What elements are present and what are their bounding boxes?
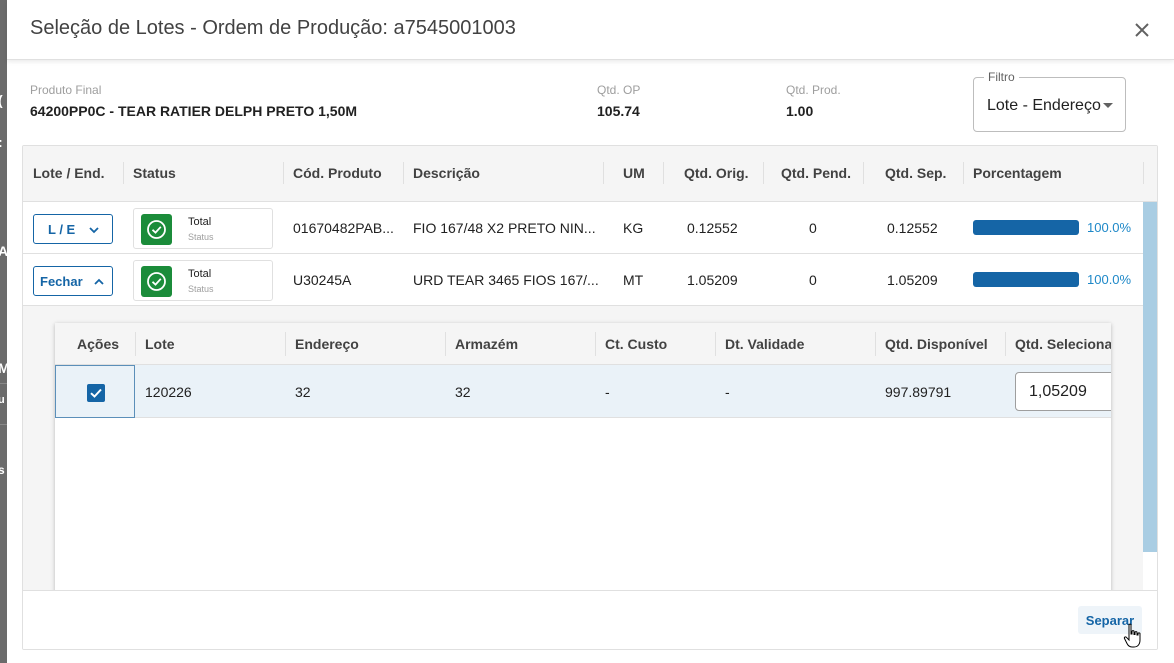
check-circle-icon — [141, 266, 172, 297]
lot-checkbox[interactable] — [87, 384, 105, 402]
qtd-sep: 1.05209 — [887, 272, 938, 288]
header-qtd-orig: Qtd. Orig. — [684, 165, 749, 181]
descricao: FIO 167/48 X2 PRETO NIN... — [413, 220, 596, 236]
header-um: UM — [623, 165, 645, 181]
qtd-sep: 0.12552 — [887, 220, 938, 236]
qtd-pend: 0 — [809, 220, 817, 236]
lote-endereco-button[interactable]: L / E — [33, 214, 113, 244]
dialog-footer: Separar — [23, 590, 1157, 649]
filter-select[interactable]: Filtro Lote - Endereço — [973, 70, 1126, 132]
main-table-header: Lote / End. Status Cód. Produto Descriçã… — [23, 146, 1157, 202]
header-cod-produto: Cód. Produto — [293, 165, 382, 181]
cod-produto: U30245A — [293, 272, 352, 288]
progress-bar — [973, 272, 1079, 287]
hand-cursor-icon — [1123, 623, 1141, 648]
progress-bar — [973, 220, 1079, 235]
expanded-lot-panel: Ações Lote Endereço Armazém Ct. Custo Dt… — [23, 306, 1143, 593]
endereco-value: 32 — [295, 384, 311, 400]
sub-table-header: Ações Lote Endereço Armazém Ct. Custo Dt… — [55, 323, 1111, 365]
lot-sub-table: Ações Lote Endereço Armazém Ct. Custo Dt… — [55, 323, 1111, 593]
chevron-up-icon — [94, 278, 104, 285]
chevron-down-icon — [89, 227, 99, 234]
dialog-title: Seleção de Lotes - Ordem de Produção: a7… — [30, 17, 516, 39]
dt-validade-value: - — [725, 384, 730, 400]
descricao: URD TEAR 3465 FIOS 167/... — [413, 272, 599, 288]
header-qtd-sep: Qtd. Sep. — [885, 165, 947, 181]
header-dt-validade: Dt. Validade — [725, 336, 805, 352]
qtd-op-label: Qtd. OP — [597, 83, 641, 97]
header-qtd-disponivel: Qtd. Disponível — [885, 336, 988, 352]
status-caption: Status — [188, 232, 214, 242]
qtd-orig: 0.12552 — [687, 220, 738, 236]
percentage: 100.0% — [1087, 272, 1132, 287]
header-qtd-selecionada: Qtd. Selecionada — [1015, 336, 1111, 352]
lot-selection-dialog: Seleção de Lotes - Ordem de Produção: a7… — [7, 0, 1174, 663]
qtd-orig: 1.05209 — [687, 272, 738, 288]
table-row[interactable]: Fechar Total Status U30245A URD TEAR 346… — [23, 254, 1143, 306]
status-badge: Total Status — [133, 208, 273, 249]
scrollbar[interactable] — [1143, 202, 1157, 552]
header-acoes: Ações — [77, 336, 120, 352]
header-lote-end: Lote / End. — [33, 165, 105, 181]
header-armazem: Armazém — [455, 336, 519, 352]
dialog-header: Seleção de Lotes - Ordem de Produção: a7… — [7, 0, 1174, 60]
header-ct-custo: Ct. Custo — [605, 336, 668, 352]
um: MT — [623, 272, 644, 288]
dropdown-caret-icon — [1103, 103, 1113, 108]
qtd-op-value: 105.74 — [597, 103, 640, 119]
close-button[interactable] — [1130, 18, 1154, 42]
armazem-value: 32 — [455, 384, 471, 400]
produto-final-label: Produto Final — [30, 83, 102, 97]
ct-custo-value: - — [605, 384, 610, 400]
qtd-prod-label: Qtd. Prod. — [786, 83, 841, 97]
lote-value: 120226 — [145, 384, 192, 400]
table-row[interactable]: L / E Total Status 01670482PAB... FIO 16… — [23, 202, 1143, 254]
produto-final-value: 64200PP0C - TEAR RATIER DELPH PRETO 1,50… — [30, 103, 358, 119]
status-caption: Status — [188, 284, 214, 294]
qtd-selecionada-input[interactable] — [1015, 372, 1111, 411]
filter-value: Lote - Endereço — [987, 97, 1101, 114]
header-endereco: Endereço — [295, 336, 359, 352]
lote-endereco-button-label: L / E — [48, 222, 76, 237]
header-status: Status — [133, 165, 176, 181]
cod-produto: 01670482PAB... — [293, 220, 394, 236]
main-table: Lote / End. Status Cód. Produto Descriçã… — [22, 145, 1158, 650]
actions-cell — [55, 365, 135, 418]
percentage: 100.0% — [1087, 220, 1132, 235]
check-icon — [90, 388, 102, 398]
header-lote: Lote — [145, 336, 175, 352]
header-descricao: Descrição — [413, 165, 480, 181]
um: KG — [623, 220, 644, 236]
filter-label: Filtro — [984, 70, 1019, 84]
status-badge: Total Status — [133, 260, 273, 301]
close-icon — [1135, 23, 1149, 37]
header-porcentagem: Porcentagem — [973, 165, 1062, 181]
check-circle-icon — [141, 214, 172, 245]
qtd-disponivel-value: 997.89791 — [885, 384, 952, 400]
fechar-button[interactable]: Fechar — [33, 266, 113, 296]
fechar-button-label: Fechar — [40, 274, 83, 289]
qtd-pend: 0 — [809, 272, 817, 288]
lot-row[interactable]: 120226 32 32 - - 997.89791 — [55, 365, 1111, 418]
status-text: Total — [188, 216, 212, 228]
header-qtd-pend: Qtd. Pend. — [781, 165, 851, 181]
background-app: ( : A M u s — [0, 0, 7, 663]
status-text: Total — [188, 268, 212, 280]
qtd-prod-value: 1.00 — [786, 103, 814, 119]
